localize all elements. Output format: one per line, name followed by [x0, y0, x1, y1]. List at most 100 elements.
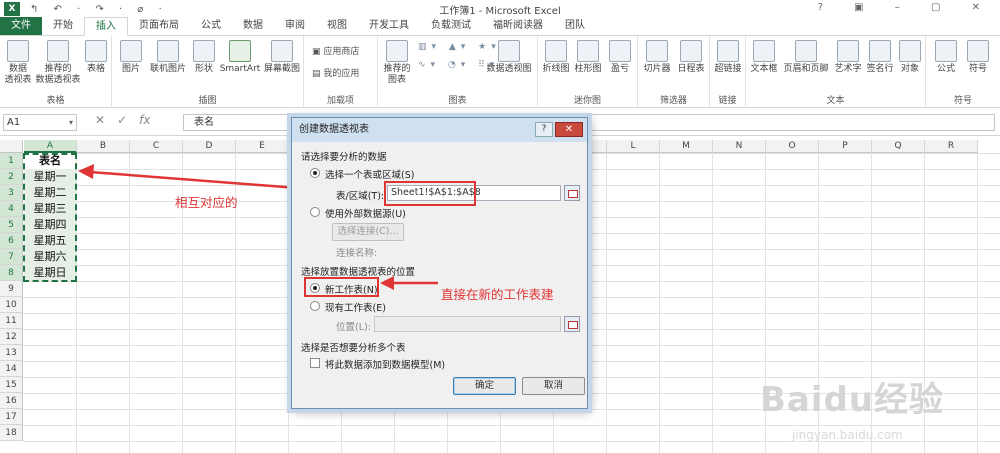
app-store-button[interactable]: ▣ 应用商店 — [312, 44, 359, 57]
column-header[interactable]: R — [925, 140, 978, 153]
equation-button[interactable]: 公式 — [930, 40, 962, 75]
cell-a2[interactable]: 星期一 — [24, 169, 76, 185]
row-header[interactable]: 3 — [0, 185, 23, 201]
sparkline-winloss-button[interactable]: 盈亏 — [604, 40, 636, 75]
row-header[interactable]: 16 — [0, 393, 23, 409]
chevron-down-icon[interactable]: ▾ — [69, 115, 73, 130]
table-button[interactable]: 表格 — [82, 40, 110, 75]
row-header[interactable]: 6 — [0, 233, 23, 249]
tab-page-layout[interactable]: 页面布局 — [128, 17, 190, 35]
column-header[interactable]: C — [130, 140, 183, 153]
row-header[interactable]: 4 — [0, 201, 23, 217]
row-header[interactable]: 17 — [0, 409, 23, 425]
row-header[interactable]: 1 — [0, 153, 23, 169]
quick-access-toolbar[interactable]: ↰ ↶ · ↷ · ⌀ · — [30, 4, 168, 15]
name-box[interactable]: A1 ▾ — [3, 114, 77, 131]
range-picker-button[interactable] — [564, 185, 580, 201]
column-header[interactable]: A — [24, 140, 77, 153]
tab-team[interactable]: 团队 — [554, 17, 596, 35]
wordart-button[interactable]: 艺术字 — [832, 40, 864, 75]
cell-a3[interactable]: 星期二 — [24, 185, 76, 201]
radio-existing-worksheet[interactable] — [310, 301, 320, 311]
excel-app-icon[interactable]: X — [4, 2, 20, 16]
cell-a1[interactable]: 表名 — [24, 153, 76, 169]
hyperlink-button[interactable]: 超链接 — [711, 40, 745, 75]
tab-view[interactable]: 视图 — [316, 17, 358, 35]
column-header[interactable]: D — [183, 140, 236, 153]
cell-a8[interactable]: 星期日 — [24, 265, 76, 281]
tab-insert[interactable]: 插入 — [84, 17, 128, 36]
tab-home[interactable]: 开始 — [42, 17, 84, 35]
column-header[interactable]: Q — [872, 140, 925, 153]
radio-external-source-label[interactable]: 使用外部数据源(U) — [325, 206, 406, 220]
help-button[interactable]: ? — [535, 122, 553, 137]
picture-button[interactable]: 图片 — [116, 40, 146, 75]
symbol-button[interactable]: 符号 — [962, 40, 994, 75]
column-header[interactable]: E — [236, 140, 289, 153]
choose-connection-button[interactable]: 选择连接(C)... — [332, 223, 404, 241]
online-picture-button[interactable]: 联机图片 — [146, 40, 190, 75]
close-button[interactable]: ✕ — [555, 122, 583, 137]
cell-a6[interactable]: 星期五 — [24, 233, 76, 249]
location-picker-button[interactable] — [564, 316, 580, 332]
pivot-chart-button[interactable]: 数据透视图 — [482, 40, 536, 75]
column-header[interactable]: M — [660, 140, 713, 153]
ok-button[interactable]: 确定 — [453, 377, 516, 395]
radio-external-source[interactable] — [310, 207, 320, 217]
row-header[interactable]: 7 — [0, 249, 23, 265]
tab-file[interactable]: 文件 — [0, 17, 42, 35]
my-apps-button[interactable]: ▤ 我的应用 — [312, 66, 359, 79]
shapes-button[interactable]: 形状 — [190, 40, 218, 75]
fx-icon[interactable]: fx — [139, 113, 150, 127]
radio-select-range-label[interactable]: 选择一个表或区域(S) — [325, 167, 414, 181]
timeline-button[interactable]: 日程表 — [674, 40, 708, 75]
smartart-button[interactable]: SmartArt — [218, 40, 262, 75]
object-button[interactable]: 对象 — [896, 40, 924, 75]
cancel-button[interactable]: 取消 — [522, 377, 585, 395]
add-to-data-model-label[interactable]: 将此数据添加到数据模型(M) — [325, 357, 445, 371]
tab-developer[interactable]: 开发工具 — [358, 17, 420, 35]
row-header[interactable]: 5 — [0, 217, 23, 233]
sparkline-line-button[interactable]: 折线图 — [540, 40, 572, 75]
recommended-charts-button[interactable]: 推荐的 图表 — [380, 40, 414, 86]
location-input[interactable] — [374, 316, 561, 332]
tab-load-test[interactable]: 负载测试 — [420, 17, 482, 35]
window-controls[interactable]: ? ▣ – ▢ ✕ — [818, 2, 994, 13]
row-header[interactable]: 13 — [0, 345, 23, 361]
tab-foxit-reader[interactable]: 福昕阅读器 — [482, 17, 554, 35]
row-header[interactable]: 11 — [0, 313, 23, 329]
row-header[interactable]: 15 — [0, 377, 23, 393]
row-header[interactable]: 2 — [0, 169, 23, 185]
cell-a5[interactable]: 星期四 — [24, 217, 76, 233]
tab-formulas[interactable]: 公式 — [190, 17, 232, 35]
textbox-button[interactable]: 文本框 — [748, 40, 780, 75]
row-header[interactable]: 14 — [0, 361, 23, 377]
sparkline-column-button[interactable]: 柱形图 — [572, 40, 604, 75]
row-header[interactable]: 10 — [0, 297, 23, 313]
range-input[interactable]: Sheet1!$A$1:$A$8 — [387, 185, 561, 201]
radio-select-range[interactable] — [310, 168, 320, 178]
add-to-data-model-checkbox[interactable] — [310, 358, 320, 368]
row-header[interactable]: 12 — [0, 329, 23, 345]
row-header[interactable]: 9 — [0, 281, 23, 297]
radio-new-worksheet-label[interactable]: 新工作表(N) — [325, 282, 378, 296]
row-header[interactable]: 18 — [0, 425, 23, 441]
radio-existing-worksheet-label[interactable]: 现有工作表(E) — [325, 300, 386, 314]
cell-a7[interactable]: 星期六 — [24, 249, 76, 265]
column-header[interactable]: O — [766, 140, 819, 153]
column-header[interactable]: L — [607, 140, 660, 153]
header-footer-button[interactable]: 页眉和页脚 — [780, 40, 832, 75]
radio-new-worksheet[interactable] — [310, 283, 320, 293]
column-header[interactable]: P — [819, 140, 872, 153]
slicer-button[interactable]: 切片器 — [640, 40, 674, 75]
formula-buttons[interactable]: ✕✓fx — [95, 113, 150, 127]
column-header[interactable]: N — [713, 140, 766, 153]
tab-data[interactable]: 数据 — [232, 17, 274, 35]
row-header[interactable]: 8 — [0, 265, 23, 281]
recommended-pivot-button[interactable]: 推荐的 数据透视表 — [34, 40, 82, 86]
pivot-table-button[interactable]: 数据 透视表 — [2, 40, 34, 86]
screenshot-button[interactable]: 屏幕截图 — [262, 40, 302, 75]
cell-a4[interactable]: 星期三 — [24, 201, 76, 217]
select-all-corner[interactable] — [0, 140, 23, 153]
tab-review[interactable]: 审阅 — [274, 17, 316, 35]
